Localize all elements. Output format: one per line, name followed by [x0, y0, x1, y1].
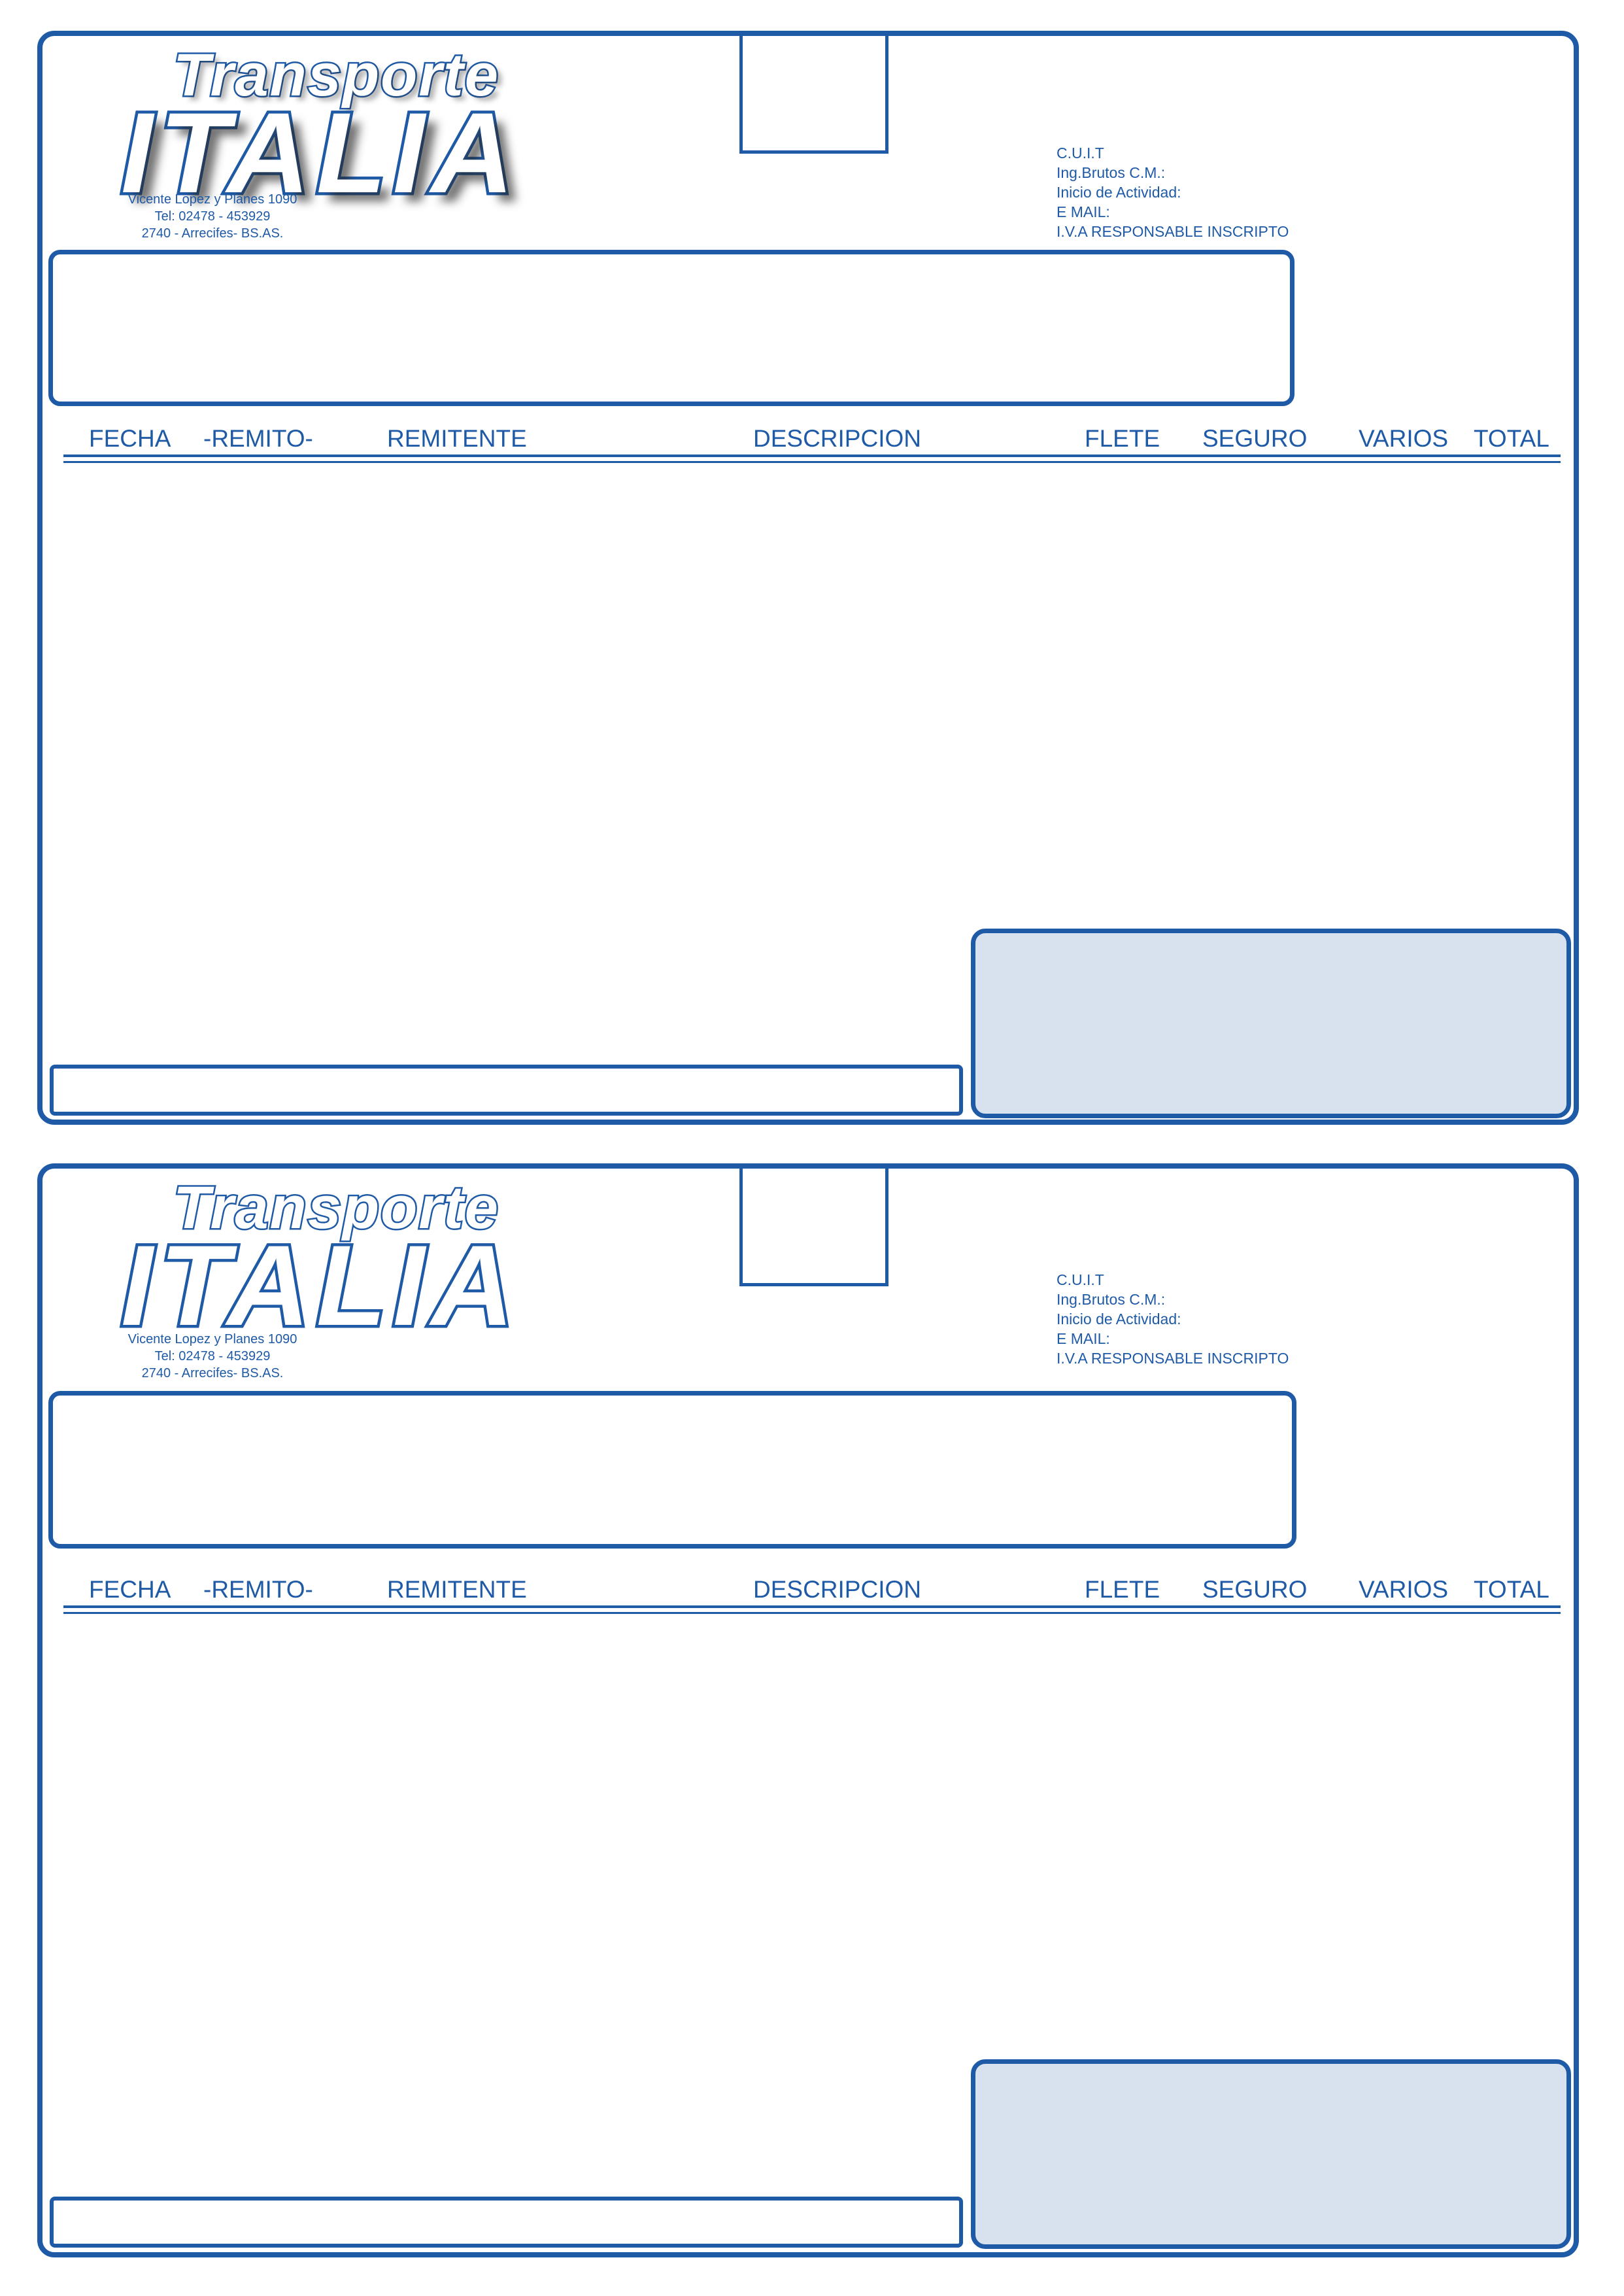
column-remitente: REMITENTE [387, 1576, 527, 1603]
document-type-box [739, 31, 888, 154]
column-seguro: SEGURO [1202, 425, 1308, 452]
address-phone: Tel: 02478 - 453929 [154, 209, 271, 224]
fiscal-info: C.U.I.T Ing.Brutos C.M.: Inicio de Activ… [1057, 1270, 1289, 1368]
column-flete: FLETE [1085, 1576, 1160, 1603]
fiscal-ingresos-brutos: Ing.Brutos C.M.: [1057, 1291, 1166, 1308]
header-rule [63, 454, 1561, 457]
invoice-form-top: Transporte ITALIA Vicente Lopez y Planes… [37, 31, 1579, 1125]
invoice-form-bottom: Transporte ITALIA Vicente Lopez y Planes… [37, 1163, 1579, 2257]
column-descripcion: DESCRIPCION [753, 1576, 921, 1603]
column-remito: -REMITO- [203, 1576, 313, 1603]
fiscal-iva-condition: I.V.A RESPONSABLE INSCRIPTO [1057, 1350, 1289, 1367]
fiscal-iva-condition: I.V.A RESPONSABLE INSCRIPTO [1057, 223, 1289, 240]
company-address: Vicente Lopez y Planes 1090 Tel: 02478 -… [95, 191, 330, 242]
notes-box [50, 1065, 963, 1116]
client-info-box [48, 1391, 1296, 1549]
company-address: Vicente Lopez y Planes 1090 Tel: 02478 -… [95, 1331, 330, 1382]
address-street: Vicente Lopez y Planes 1090 [127, 1332, 297, 1346]
fiscal-inicio-actividad: Inicio de Actividad: [1057, 1311, 1181, 1328]
address-city: 2740 - Arrecifes- BS.AS. [141, 226, 284, 241]
column-flete: FLETE [1085, 425, 1160, 452]
column-remito: -REMITO- [203, 425, 313, 452]
column-varios: VARIOS [1359, 425, 1449, 452]
header-rule-secondary [63, 1612, 1561, 1614]
column-seguro: SEGURO [1202, 1576, 1308, 1603]
column-total: TOTAL [1474, 425, 1549, 452]
column-remitente: REMITENTE [387, 425, 527, 452]
logo-italia: ITALIA [118, 1222, 520, 1350]
totals-box [971, 2059, 1571, 2249]
column-fecha: FECHA [89, 1576, 171, 1603]
fiscal-email: E MAIL: [1057, 1330, 1110, 1347]
fiscal-ingresos-brutos: Ing.Brutos C.M.: [1057, 164, 1166, 181]
header-rule-secondary [63, 461, 1561, 463]
address-city: 2740 - Arrecifes- BS.AS. [141, 1366, 284, 1380]
fiscal-cuit: C.U.I.T [1057, 145, 1104, 162]
totals-box [971, 929, 1571, 1118]
notes-box [50, 2197, 963, 2248]
column-fecha: FECHA [89, 425, 171, 452]
address-phone: Tel: 02478 - 453929 [154, 1349, 271, 1363]
client-info-box [48, 250, 1294, 406]
fiscal-info: C.U.I.T Ing.Brutos C.M.: Inicio de Activ… [1057, 143, 1289, 241]
address-street: Vicente Lopez y Planes 1090 [127, 192, 297, 207]
fiscal-inicio-actividad: Inicio de Actividad: [1057, 184, 1181, 201]
column-total: TOTAL [1474, 1576, 1549, 1603]
document-type-box [739, 1163, 888, 1286]
column-descripcion: DESCRIPCION [753, 425, 921, 452]
header-rule [63, 1605, 1561, 1608]
fiscal-email: E MAIL: [1057, 203, 1110, 220]
column-varios: VARIOS [1359, 1576, 1449, 1603]
fiscal-cuit: C.U.I.T [1057, 1271, 1104, 1288]
